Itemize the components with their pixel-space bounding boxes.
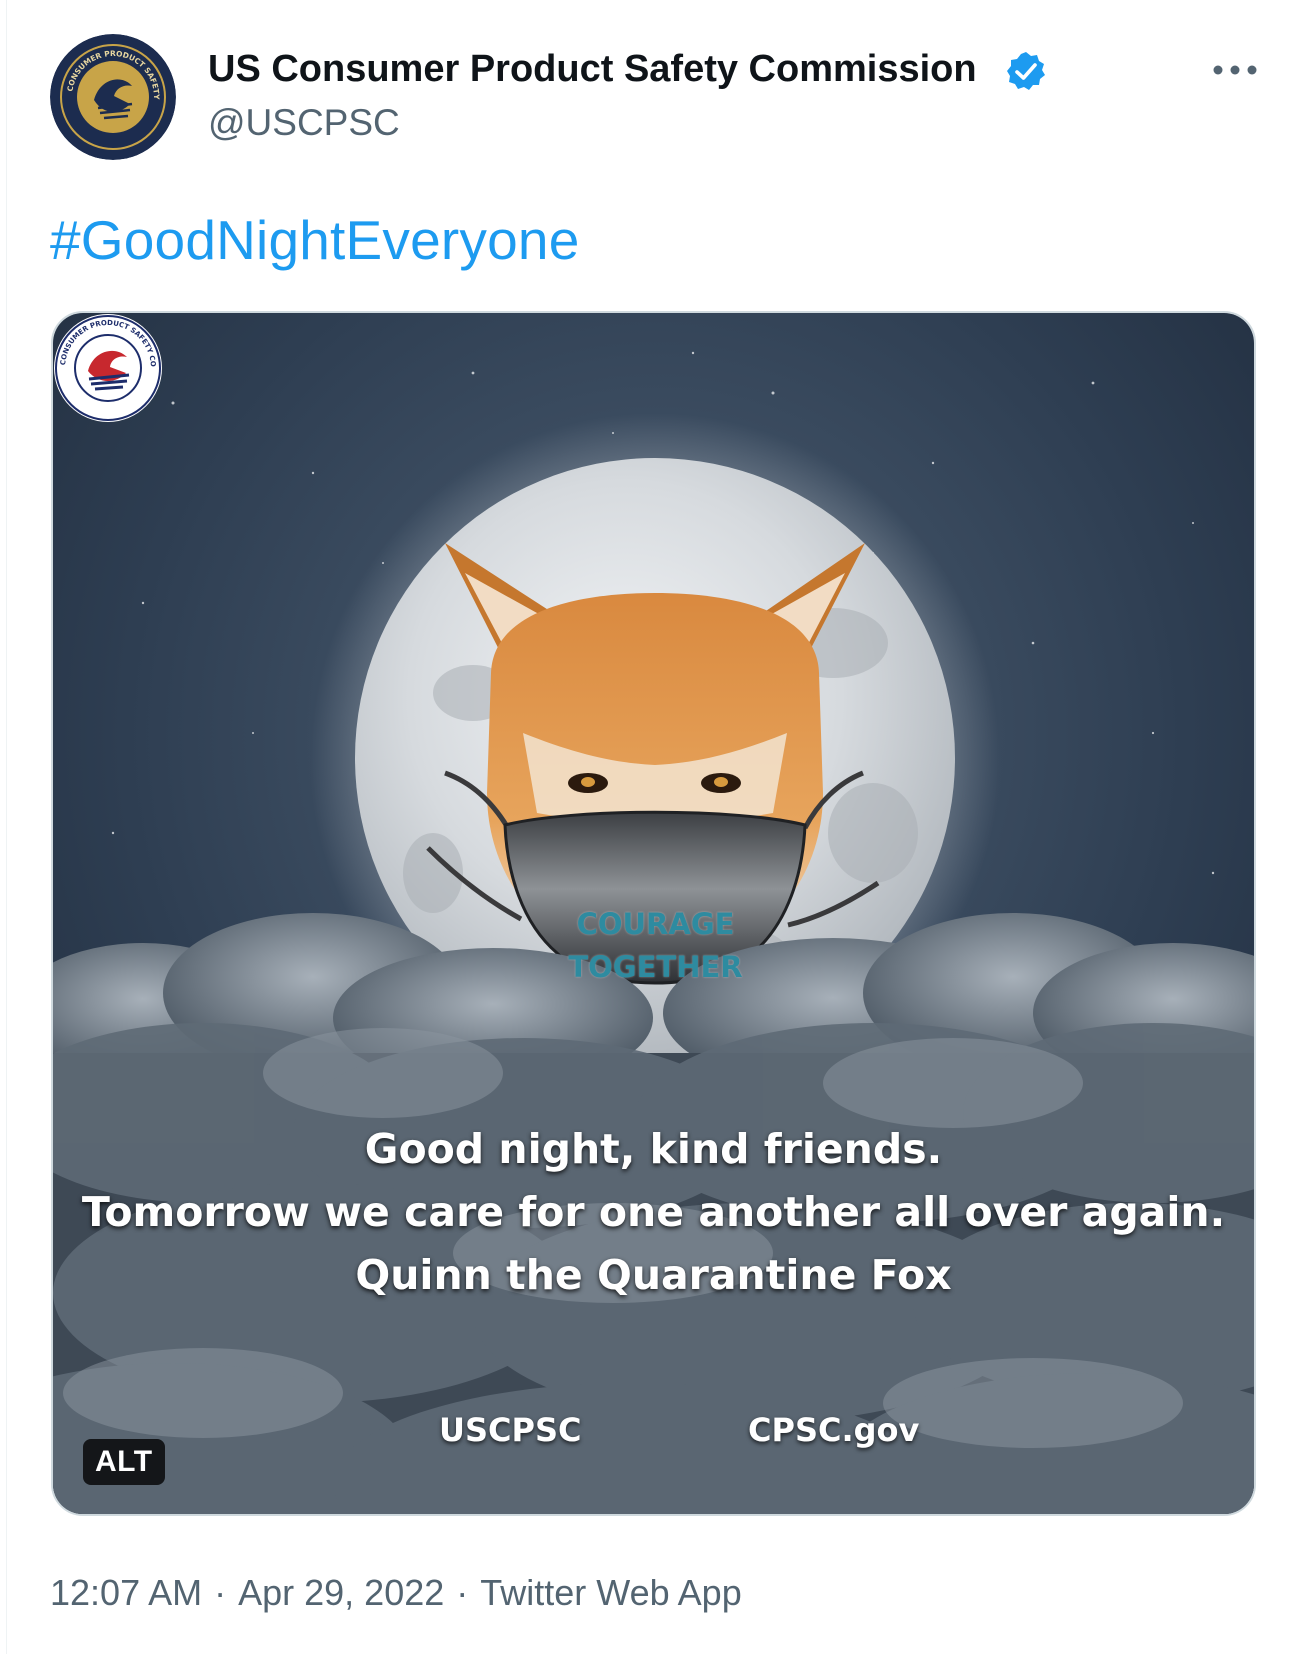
author-avatar[interactable]: CONSUMER PRODUCT SAFETY COMMISSION [50, 34, 176, 160]
tweet-image[interactable]: COURAGE TOGETHER Good night, kind friend… [51, 311, 1256, 1516]
author-handle[interactable]: @USCPSC [208, 102, 400, 144]
mask-text-line2: TOGETHER [568, 950, 743, 984]
separator: · [214, 1572, 227, 1613]
tweet-time[interactable]: 12:07 AM [50, 1572, 202, 1613]
image-caption-line2: Tomorrow we care for one another all ove… [81, 1188, 1226, 1236]
tweet-metadata: 12:07 AM · Apr 29, 2022 · Twitter Web App [50, 1572, 742, 1614]
author-name[interactable]: US Consumer Product Safety Commission [208, 48, 977, 91]
verified-badge-icon [1004, 50, 1048, 94]
tweet-date[interactable]: Apr 29, 2022 [238, 1572, 444, 1613]
cpsc-seal-avatar-icon: CONSUMER PRODUCT SAFETY COMMISSION [50, 34, 176, 160]
image-brand-left: USCPSC [439, 1411, 582, 1449]
tweet-source[interactable]: Twitter Web App [480, 1572, 741, 1613]
cpsc-seal-icon: CONSUMER PRODUCT SAFETY COMMISSION [53, 313, 162, 422]
more-options-icon[interactable] [1205, 40, 1265, 100]
image-brand-right: CPSC.gov [748, 1411, 920, 1449]
image-caption-line1: Good night, kind friends. [364, 1125, 943, 1173]
timeline-border [6, 0, 7, 1654]
image-caption-line3: Quinn the Quarantine Fox [355, 1251, 952, 1299]
hashtag-link[interactable]: #GoodNightEveryone [50, 208, 579, 272]
mask-text-line1: COURAGE [576, 907, 735, 941]
separator: · [456, 1572, 469, 1613]
alt-text-badge[interactable]: ALT [83, 1439, 165, 1485]
